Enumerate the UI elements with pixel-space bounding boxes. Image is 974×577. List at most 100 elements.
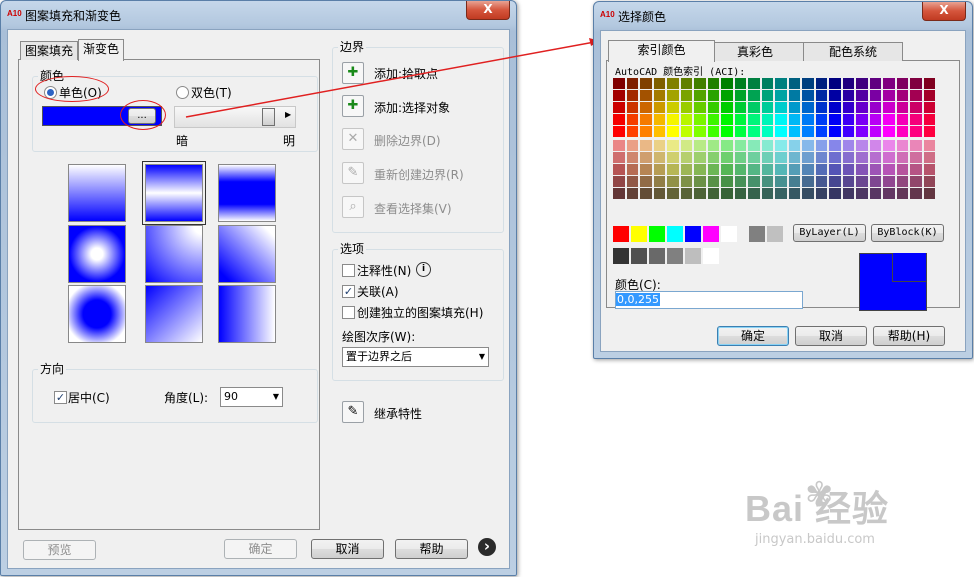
aci-color-cell[interactable] <box>896 188 908 199</box>
aci-color-cell[interactable] <box>802 78 814 89</box>
standard-color-cell[interactable] <box>613 226 629 242</box>
gray-color-cell[interactable] <box>649 248 665 264</box>
aci-color-cell[interactable] <box>842 90 854 101</box>
aci-color-cell[interactable] <box>815 188 827 199</box>
aci-color-cell[interactable] <box>694 114 706 125</box>
aci-color-cell[interactable] <box>815 114 827 125</box>
aci-color-cell[interactable] <box>775 152 787 163</box>
aci-color-cell[interactable] <box>694 164 706 175</box>
aci-color-cell[interactable] <box>680 140 692 151</box>
aci-color-cell[interactable] <box>653 152 665 163</box>
aci-color-cell[interactable] <box>748 126 760 137</box>
aci-color-cell[interactable] <box>788 152 800 163</box>
aci-color-cell[interactable] <box>748 114 760 125</box>
aci-color-cell[interactable] <box>788 114 800 125</box>
aci-color-cell[interactable] <box>721 126 733 137</box>
aci-color-cell[interactable] <box>734 164 746 175</box>
aci-color-cell[interactable] <box>802 140 814 151</box>
aci-color-cell[interactable] <box>869 188 881 199</box>
color-cancel-button[interactable]: 取消 <box>795 326 867 346</box>
aci-color-cell[interactable] <box>896 78 908 89</box>
aci-color-cell[interactable] <box>815 140 827 151</box>
aci-color-cell[interactable] <box>869 176 881 187</box>
aci-color-cell[interactable] <box>721 152 733 163</box>
aci-color-cell[interactable] <box>721 78 733 89</box>
aci-color-cell[interactable] <box>694 176 706 187</box>
aci-color-cell[interactable] <box>694 140 706 151</box>
aci-color-cell[interactable] <box>667 176 679 187</box>
aci-color-cell[interactable] <box>734 126 746 137</box>
aci-color-cell[interactable] <box>721 140 733 151</box>
aci-color-cell[interactable] <box>842 126 854 137</box>
aci-color-cell[interactable] <box>802 90 814 101</box>
aci-color-cell[interactable] <box>869 90 881 101</box>
aci-color-cell[interactable] <box>856 188 868 199</box>
aci-color-cell[interactable] <box>869 152 881 163</box>
aci-color-cell[interactable] <box>896 152 908 163</box>
aci-color-cell[interactable] <box>748 90 760 101</box>
aci-color-cell[interactable] <box>640 152 652 163</box>
aci-color-cell[interactable] <box>856 164 868 175</box>
aci-color-cell[interactable] <box>721 90 733 101</box>
aci-color-cell[interactable] <box>869 164 881 175</box>
aci-color-cell[interactable] <box>667 102 679 113</box>
aci-color-cell[interactable] <box>842 140 854 151</box>
standard-color-cell[interactable] <box>749 226 765 242</box>
aci-color-cell[interactable] <box>910 152 922 163</box>
standard-color-cell[interactable] <box>631 226 647 242</box>
aci-color-cell[interactable] <box>640 78 652 89</box>
aci-color-cell[interactable] <box>775 78 787 89</box>
gray-color-cell[interactable] <box>631 248 647 264</box>
aci-color-cell[interactable] <box>653 176 665 187</box>
aci-color-cell[interactable] <box>910 188 922 199</box>
aci-color-cell[interactable] <box>653 90 665 101</box>
aci-color-cell[interactable] <box>613 164 625 175</box>
aci-color-cell[interactable] <box>802 152 814 163</box>
aci-color-cell[interactable] <box>613 126 625 137</box>
aci-color-cell[interactable] <box>653 114 665 125</box>
standard-color-cell[interactable] <box>667 226 683 242</box>
aci-color-cell[interactable] <box>775 140 787 151</box>
color-ok-button[interactable]: 确定 <box>717 326 789 346</box>
standard-color-cell[interactable] <box>721 226 737 242</box>
aci-color-cell[interactable] <box>707 78 719 89</box>
aci-color-cell[interactable] <box>640 102 652 113</box>
aci-color-cell[interactable] <box>653 164 665 175</box>
aci-color-cell[interactable] <box>721 188 733 199</box>
aci-color-cell[interactable] <box>856 90 868 101</box>
aci-color-cell[interactable] <box>842 164 854 175</box>
aci-color-cell[interactable] <box>626 188 638 199</box>
aci-color-cell[interactable] <box>613 176 625 187</box>
aci-color-cell[interactable] <box>896 90 908 101</box>
aci-color-cell[interactable] <box>923 102 935 113</box>
aci-color-cell[interactable] <box>761 114 773 125</box>
tab-color-books[interactable]: 配色系统 <box>803 42 903 61</box>
aci-color-cell[interactable] <box>829 102 841 113</box>
aci-color-cell[interactable] <box>910 90 922 101</box>
tab-true-color[interactable]: 真彩色 <box>705 42 805 61</box>
aci-color-cell[interactable] <box>923 126 935 137</box>
aci-color-cell[interactable] <box>707 164 719 175</box>
aci-color-cell[interactable] <box>896 126 908 137</box>
aci-color-cell[interactable] <box>923 78 935 89</box>
aci-color-cell[interactable] <box>653 78 665 89</box>
aci-color-cell[interactable] <box>694 78 706 89</box>
aci-color-cell[interactable] <box>869 78 881 89</box>
aci-color-cell[interactable] <box>707 176 719 187</box>
aci-color-cell[interactable] <box>869 102 881 113</box>
standard-color-cell[interactable] <box>649 226 665 242</box>
aci-color-cell[interactable] <box>829 152 841 163</box>
aci-color-cell[interactable] <box>748 102 760 113</box>
aci-color-cell[interactable] <box>680 188 692 199</box>
aci-color-cell[interactable] <box>856 102 868 113</box>
aci-color-cell[interactable] <box>910 140 922 151</box>
aci-color-cell[interactable] <box>721 114 733 125</box>
bylayer-button[interactable]: ByLayer(L) <box>793 224 866 242</box>
aci-color-cell[interactable] <box>923 152 935 163</box>
aci-color-cell[interactable] <box>775 188 787 199</box>
aci-color-cell[interactable] <box>788 140 800 151</box>
aci-color-cell[interactable] <box>869 126 881 137</box>
aci-color-cell[interactable] <box>680 152 692 163</box>
aci-color-cell[interactable] <box>829 176 841 187</box>
aci-color-cell[interactable] <box>829 126 841 137</box>
